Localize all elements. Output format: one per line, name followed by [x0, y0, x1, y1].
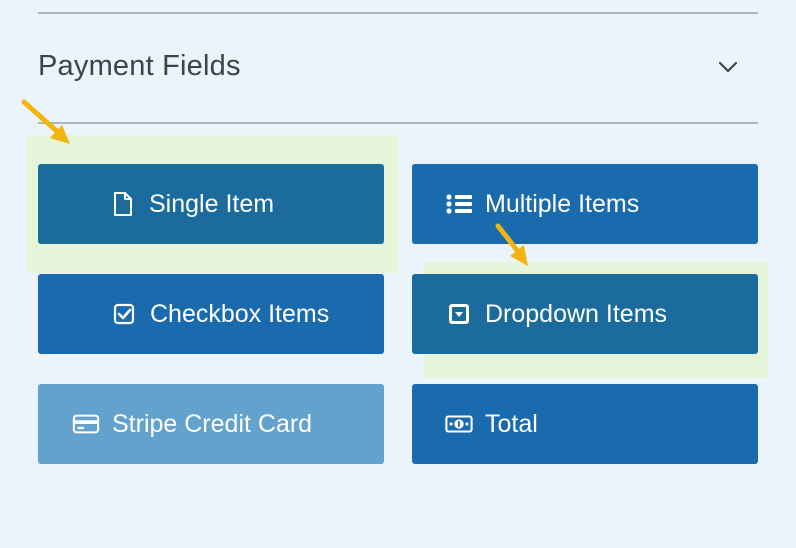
multiple-items-button[interactable]: Multiple Items — [412, 164, 758, 244]
top-divider — [38, 12, 758, 14]
payment-fields-panel: Payment Fields Single Item Multiple Item… — [0, 0, 796, 548]
annotation-arrow-icon — [490, 220, 550, 280]
button-label: Stripe Credit Card — [112, 409, 313, 438]
button-label: Dropdown Items — [485, 299, 668, 328]
checkbox-icon — [110, 300, 138, 328]
credit-card-icon — [72, 410, 100, 438]
section-title: Payment Fields — [38, 50, 241, 82]
dropdown-items-button[interactable]: Dropdown Items — [412, 274, 758, 354]
chevron-down-icon[interactable] — [716, 57, 740, 77]
checkbox-items-button[interactable]: Checkbox Items — [38, 274, 384, 354]
list-icon — [445, 190, 473, 218]
file-icon — [109, 190, 137, 218]
button-label: Total — [485, 409, 538, 438]
single-item-button[interactable]: Single Item — [38, 164, 384, 244]
section-divider — [38, 122, 758, 124]
money-icon — [445, 410, 473, 438]
dropdown-icon — [445, 300, 473, 328]
button-label: Multiple Items — [485, 189, 640, 218]
stripe-credit-card-button[interactable]: Stripe Credit Card — [38, 384, 384, 464]
total-button[interactable]: Total — [412, 384, 758, 464]
button-label: Checkbox Items — [150, 299, 330, 328]
annotation-arrow-icon — [16, 94, 76, 154]
button-label: Single Item — [149, 189, 275, 218]
